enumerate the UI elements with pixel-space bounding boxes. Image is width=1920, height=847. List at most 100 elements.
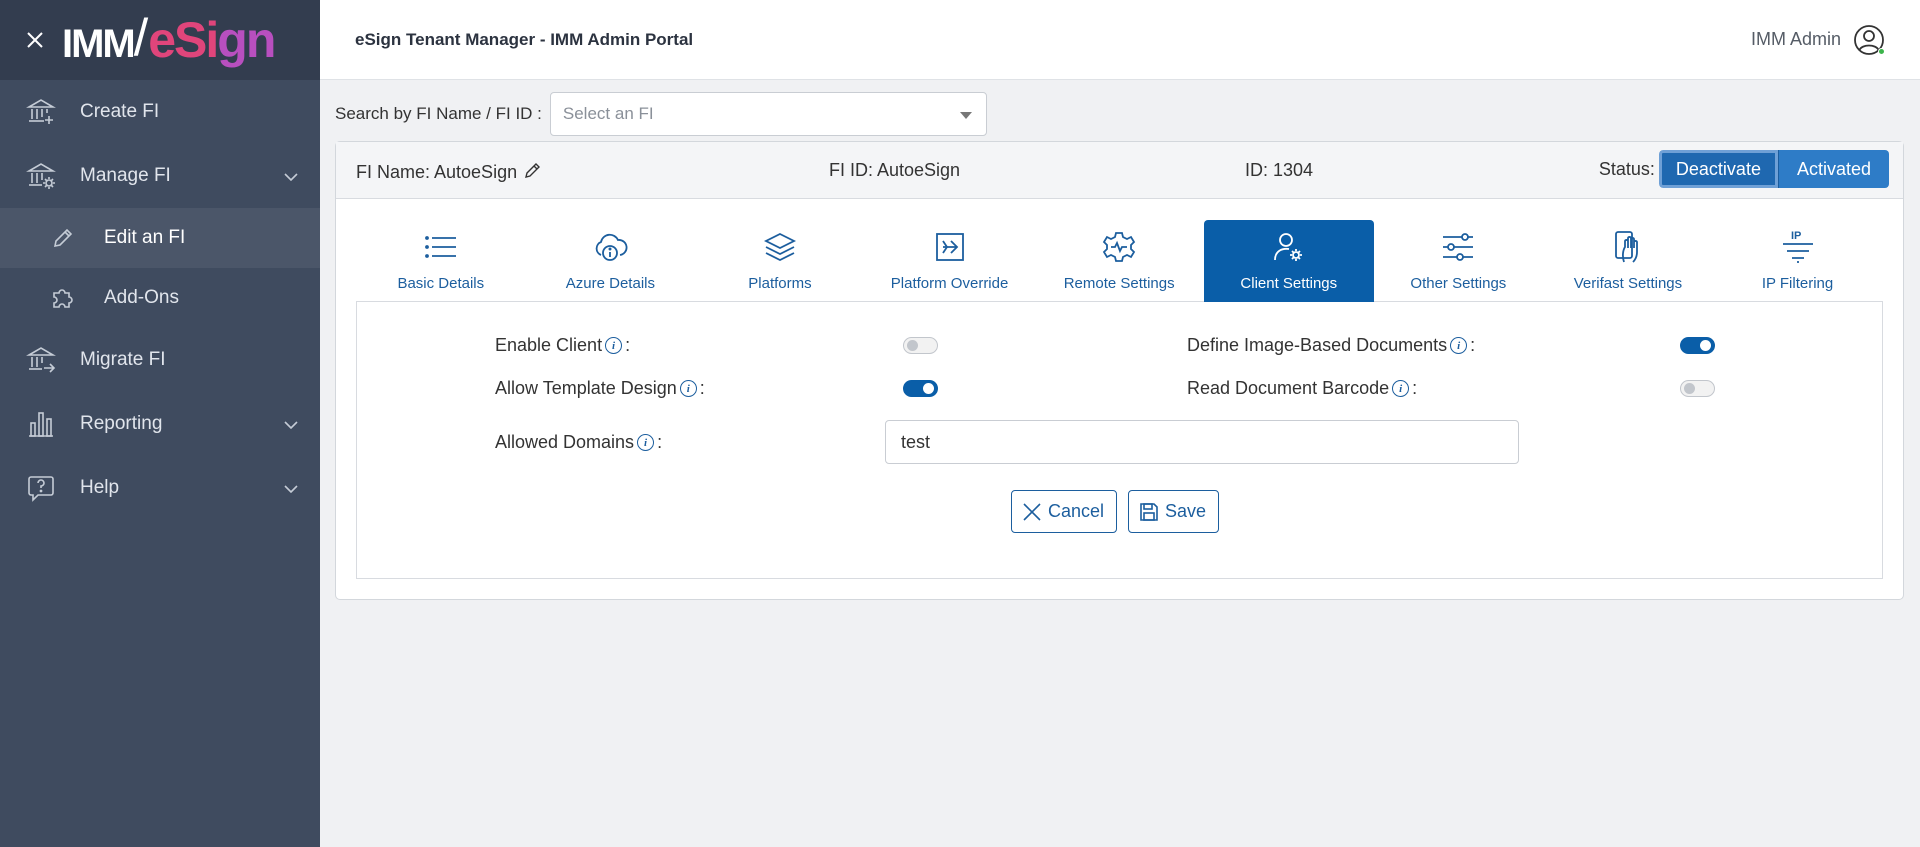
fi-status: Status: Deactivate Activated [1599, 150, 1903, 188]
field-label-suffix: : [1470, 335, 1476, 355]
bar-chart-icon [26, 409, 56, 439]
chevron-down-icon [284, 413, 298, 435]
tab-remote-settings[interactable]: Remote Settings [1034, 220, 1204, 302]
tab-label: Basic Details [397, 275, 485, 292]
toggle-knob [923, 383, 934, 394]
sidebar-header: IMM / eSign [0, 0, 320, 80]
sidebar-item-create-fi[interactable]: Create FI [0, 80, 320, 144]
tab-label: Verifast Settings [1573, 275, 1683, 292]
sidebar-item-reporting[interactable]: Reporting [0, 392, 320, 456]
sidebar-item-label: Edit an FI [104, 227, 186, 248]
online-status-dot [1878, 47, 1885, 55]
logo-esign-suffix: gn [217, 12, 276, 68]
logo-slash: / [133, 9, 149, 67]
close-icon [1022, 502, 1042, 522]
user-avatar-icon[interactable] [1853, 24, 1885, 56]
tab-other-settings[interactable]: Other Settings [1374, 220, 1544, 302]
status-button-group: Deactivate Activated [1658, 150, 1889, 188]
user-menu[interactable]: IMM Admin [1751, 24, 1885, 56]
info-icon[interactable]: i [1450, 337, 1468, 354]
cancel-label: Cancel [1048, 501, 1105, 521]
tab-verifast-settings[interactable]: Verifast Settings [1543, 220, 1713, 302]
list-icon [421, 227, 461, 267]
sidebar-item-label: Add-Ons [104, 287, 179, 308]
field-label-suffix: : [699, 378, 705, 398]
tab-platforms[interactable]: Platforms [695, 220, 865, 302]
toggle-knob [907, 340, 918, 351]
fi-id: FI ID: AutoeSign [829, 160, 961, 180]
edit-pencil-icon[interactable] [523, 160, 543, 185]
status-label: Status: [1598, 158, 1655, 179]
layers-icon [760, 227, 800, 267]
cloud-info-icon [590, 227, 630, 267]
sidebar-item-manage-fi[interactable]: Manage FI [0, 144, 320, 208]
enable-client-label: Enable Client i : [495, 335, 630, 356]
toggle-knob [1684, 383, 1695, 394]
save-button[interactable]: Save [1128, 490, 1220, 533]
tab-client-settings[interactable]: Client Settings [1203, 220, 1374, 302]
allow-template-design-label: Allow Template Design i : [495, 378, 705, 399]
fi-name: FI Name: AutoeSign [356, 160, 543, 185]
logo-esign-prefix: eSi [148, 12, 219, 68]
fi-search-row: Search by FI Name / FI ID : Select an FI [335, 92, 987, 136]
field-label-suffix: : [657, 432, 663, 452]
sidebar-item-help[interactable]: Help [0, 456, 320, 520]
read-document-barcode-label: Read Document Barcode i : [1187, 378, 1417, 399]
tab-label: Client Settings [1240, 275, 1338, 292]
sidebar-item-label: Create FI [80, 101, 160, 122]
tab-ip-filtering[interactable]: IP IP Filtering [1713, 220, 1883, 302]
tab-label: Other Settings [1410, 275, 1507, 292]
allow-template-design-toggle[interactable] [903, 380, 938, 397]
chevron-down-icon [284, 165, 298, 187]
bank-gear-icon [26, 161, 56, 191]
info-icon[interactable]: i [679, 380, 697, 397]
help-bubble-icon [26, 473, 56, 503]
client-settings-form: Enable Client i : Define Image-Based Doc… [356, 302, 1883, 579]
tab-label: Azure Details [565, 275, 655, 292]
floppy-disk-icon [1139, 502, 1159, 522]
fi-select[interactable]: Select an FI [549, 92, 987, 136]
deactivate-button[interactable]: Deactivate [1658, 150, 1778, 188]
field-label-text: Enable Client [495, 335, 603, 355]
top-header: eSign Tenant Manager - IMM Admin Portal … [320, 0, 1920, 80]
sidebar-item-migrate-fi[interactable]: Migrate FI [0, 328, 320, 392]
bank-plus-icon [26, 97, 56, 127]
field-label-text: Define Image-Based Documents [1187, 335, 1448, 355]
read-document-barcode-toggle[interactable] [1680, 380, 1715, 397]
allowed-domains-input[interactable]: test [885, 420, 1519, 464]
info-icon[interactable]: i [1392, 380, 1410, 397]
tab-platform-override[interactable]: Platform Override [865, 220, 1035, 302]
field-label-text: Read Document Barcode [1187, 378, 1390, 398]
allowed-domains-value: test [901, 431, 931, 452]
define-image-based-documents-label: Define Image-Based Documents i : [1187, 335, 1475, 356]
puzzle-icon [48, 283, 78, 313]
cancel-button[interactable]: Cancel [1011, 490, 1118, 533]
sidebar-item-label: Migrate FI [80, 349, 166, 370]
chevron-down-icon [284, 477, 298, 499]
hand-phone-icon [1608, 227, 1648, 267]
tab-basic-details[interactable]: Basic Details [356, 220, 526, 302]
info-icon[interactable]: i [605, 337, 623, 354]
settings-tabs: Basic Details Azure Details Platforms Pl… [356, 220, 1883, 302]
sidebar-item-add-ons[interactable]: Add-Ons [0, 268, 320, 328]
field-label-text: Allowed Domains [495, 432, 635, 452]
save-label: Save [1165, 501, 1207, 521]
gear-wave-icon [1099, 227, 1139, 267]
bank-arrow-icon [26, 345, 56, 375]
logo-imm: IMM [62, 22, 136, 66]
fi-card: FI Name: AutoeSign FI ID: AutoeSign ID: … [335, 141, 1904, 600]
enable-client-toggle[interactable] [903, 337, 938, 354]
sidebar-item-label: Manage FI [80, 165, 171, 186]
tab-azure-details[interactable]: Azure Details [526, 220, 696, 302]
allowed-domains-label: Allowed Domains i : [495, 432, 662, 453]
close-icon[interactable] [22, 27, 48, 53]
search-label: Search by FI Name / FI ID : [335, 104, 542, 123]
info-icon[interactable]: i [637, 434, 655, 451]
tab-label: Remote Settings [1063, 275, 1175, 292]
sidebar-item-edit-fi[interactable]: Edit an FI [0, 208, 320, 268]
sidebar-item-label: Reporting [80, 413, 163, 434]
activated-button[interactable]: Activated [1777, 150, 1889, 188]
define-image-based-documents-toggle[interactable] [1680, 337, 1715, 354]
logo: IMM / eSign [62, 9, 276, 68]
pencil-icon [48, 223, 78, 253]
